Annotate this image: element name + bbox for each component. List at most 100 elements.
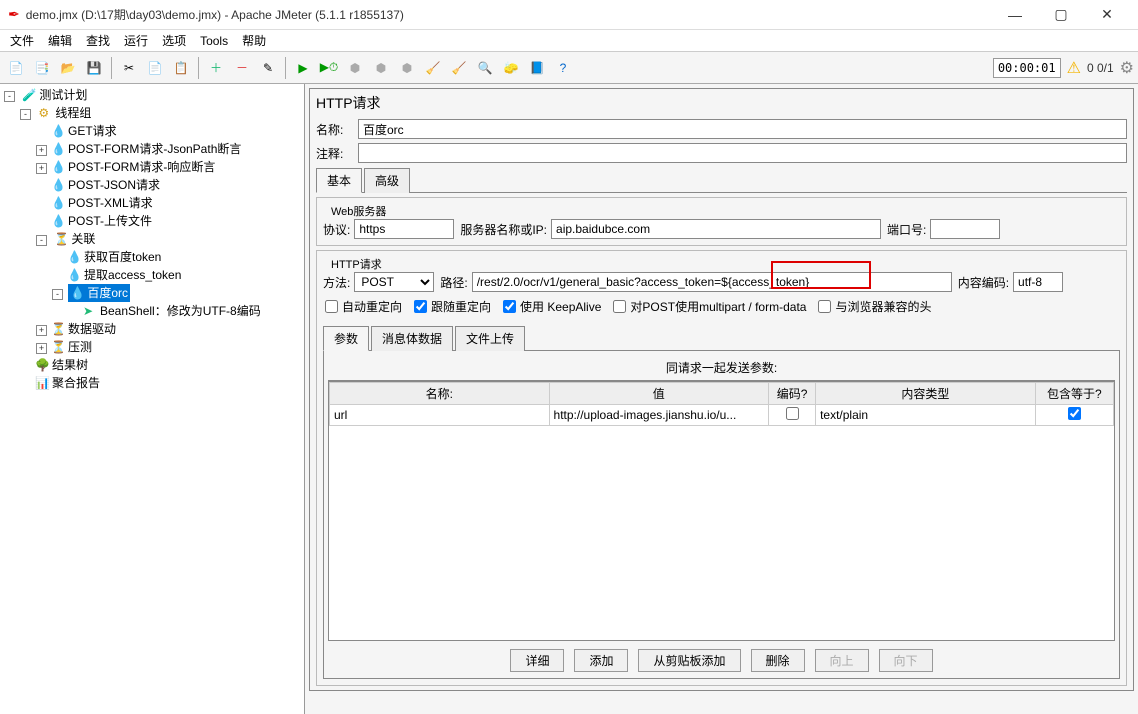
port-input[interactable]	[930, 219, 1000, 239]
col-name[interactable]: 名称:	[330, 383, 550, 405]
multipart-checkbox[interactable]	[613, 300, 626, 313]
tree-toggle[interactable]: -	[52, 289, 63, 300]
cell-name[interactable]: url	[330, 405, 550, 426]
keepalive-checkbox[interactable]	[503, 300, 516, 313]
tree-item-correlation[interactable]: ⏳关联	[52, 230, 97, 248]
cut-button[interactable]: ✂	[117, 56, 141, 80]
tree-toggle[interactable]: -	[20, 109, 31, 120]
tree-toggle[interactable]: -	[4, 91, 15, 102]
browser-checkbox[interactable]	[818, 300, 831, 313]
minimize-button[interactable]: —	[992, 0, 1038, 30]
tab-basic[interactable]: 基本	[316, 168, 362, 193]
add-button[interactable]: 添加	[574, 649, 628, 672]
server-input[interactable]	[551, 219, 881, 239]
path-input[interactable]	[472, 272, 952, 292]
params-table-area[interactable]: 名称: 值 编码? 内容类型 包含等于? url htt	[328, 381, 1115, 641]
tree-item-postxml[interactable]: 💧POST-XML请求	[49, 194, 155, 212]
tab-body[interactable]: 消息体数据	[371, 326, 453, 351]
check-followredirect[interactable]: 跟随重定向	[414, 298, 491, 315]
tab-params[interactable]: 参数	[323, 326, 369, 351]
method-select[interactable]: POST	[354, 272, 434, 292]
templates-button[interactable]: 📑	[30, 56, 54, 80]
stop-button[interactable]: ⬢	[343, 56, 367, 80]
run-notimer-button[interactable]: ▶⏱	[317, 56, 341, 80]
tree-toggle[interactable]: +	[36, 163, 47, 174]
tree-toggle[interactable]: +	[36, 325, 47, 336]
tree-test-plan[interactable]: 🧪测试计划	[20, 86, 89, 104]
menu-options[interactable]: 选项	[156, 30, 192, 51]
menu-edit[interactable]: 编辑	[42, 30, 78, 51]
menu-tools[interactable]: Tools	[194, 32, 234, 50]
remote-stop-button[interactable]: ⬢	[395, 56, 419, 80]
paste-button[interactable]: 📋	[169, 56, 193, 80]
shutdown-button[interactable]: ⬢	[369, 56, 393, 80]
tree-item-postjson[interactable]: 💧POST-JSON请求	[49, 176, 162, 194]
copy-button[interactable]: 📄	[143, 56, 167, 80]
tree-aggregate-report[interactable]: 📊聚合报告	[33, 374, 102, 392]
encoding-input[interactable]	[1013, 272, 1063, 292]
check-keepalive[interactable]: 使用 KeepAlive	[503, 298, 601, 315]
col-value[interactable]: 值	[549, 383, 769, 405]
cell-include[interactable]	[1035, 405, 1113, 426]
tree-item-postform-resp[interactable]: 💧POST-FORM请求-响应断言	[49, 158, 217, 176]
toggle-button[interactable]: ✎	[256, 56, 280, 80]
menu-run[interactable]: 运行	[118, 30, 154, 51]
warning-icon[interactable]: ⚠	[1067, 58, 1081, 78]
tree-pane[interactable]: - 🧪测试计划 - ⚙线程组 💧GET请求 +💧POST-FORM请求-Json…	[0, 84, 305, 714]
run-button[interactable]: ▶	[291, 56, 315, 80]
col-ctype[interactable]: 内容类型	[816, 383, 1036, 405]
settings-icon[interactable]: ⚙	[1120, 58, 1134, 78]
tree-item-datadrive[interactable]: ⏳数据驱动	[49, 320, 118, 338]
param-row[interactable]: url http://upload-images.jianshu.io/u...…	[330, 405, 1114, 426]
clear-all-button[interactable]: 🧹	[447, 56, 471, 80]
tree-item-baidu-orc[interactable]: 💧百度orc	[68, 284, 130, 302]
tree-result-tree[interactable]: 🌳结果树	[33, 356, 90, 374]
help-button[interactable]: ?	[551, 56, 575, 80]
save-button[interactable]: 💾	[82, 56, 106, 80]
up-button[interactable]: 向上	[815, 649, 869, 672]
tree-item-get-token[interactable]: 💧获取百度token	[65, 248, 163, 266]
down-button[interactable]: 向下	[879, 649, 933, 672]
close-button[interactable]: ✕	[1084, 0, 1130, 30]
menu-help[interactable]: 帮助	[236, 30, 272, 51]
check-browser[interactable]: 与浏览器兼容的头	[818, 298, 931, 315]
tree-item-extract-token[interactable]: 💧提取access_token	[65, 266, 183, 284]
comment-input[interactable]	[358, 143, 1127, 163]
detail-button[interactable]: 详细	[510, 649, 564, 672]
collapse-button[interactable]: －	[230, 56, 254, 80]
new-button[interactable]: 📄	[4, 56, 28, 80]
tab-advanced[interactable]: 高级	[364, 168, 410, 193]
maximize-button[interactable]: ▢	[1038, 0, 1084, 30]
tree-toggle[interactable]: +	[36, 343, 47, 354]
col-encode[interactable]: 编码?	[769, 383, 816, 405]
menu-search[interactable]: 查找	[80, 30, 116, 51]
delete-button[interactable]: 删除	[751, 649, 805, 672]
clipboard-button[interactable]: 从剪贴板添加	[638, 649, 740, 672]
name-input[interactable]	[358, 119, 1127, 139]
tree-item-postupload[interactable]: 💧POST-上传文件	[49, 212, 154, 230]
tree-item-get[interactable]: 💧GET请求	[49, 122, 119, 140]
reset-search-button[interactable]: 🧽	[499, 56, 523, 80]
protocol-input[interactable]	[354, 219, 454, 239]
search-button[interactable]: 🔍	[473, 56, 497, 80]
tree-thread-group[interactable]: ⚙线程组	[36, 104, 93, 122]
open-button[interactable]: 📂	[56, 56, 80, 80]
tree-toggle[interactable]: +	[36, 145, 47, 156]
cell-encode[interactable]	[769, 405, 816, 426]
cell-ctype[interactable]: text/plain	[816, 405, 1036, 426]
followredirect-checkbox[interactable]	[414, 300, 427, 313]
clear-button[interactable]: 🧹	[421, 56, 445, 80]
cell-value[interactable]: http://upload-images.jianshu.io/u...	[549, 405, 769, 426]
menu-file[interactable]: 文件	[4, 30, 40, 51]
function-helper-button[interactable]: 📘	[525, 56, 549, 80]
tree-item-beanshell[interactable]: ➤BeanShell：修改为UTF-8编码	[81, 302, 263, 320]
encode-checkbox[interactable]	[786, 407, 799, 420]
tree-item-yace[interactable]: ⏳压测	[49, 338, 94, 356]
expand-button[interactable]: ＋	[204, 56, 228, 80]
check-multipart[interactable]: 对POST使用multipart / form-data	[613, 298, 806, 315]
col-include[interactable]: 包含等于?	[1035, 383, 1113, 405]
check-autoredirect[interactable]: 自动重定向	[325, 298, 402, 315]
tree-item-postform-json[interactable]: 💧POST-FORM请求-JsonPath断言	[49, 140, 243, 158]
tab-files[interactable]: 文件上传	[455, 326, 525, 351]
autoredirect-checkbox[interactable]	[325, 300, 338, 313]
